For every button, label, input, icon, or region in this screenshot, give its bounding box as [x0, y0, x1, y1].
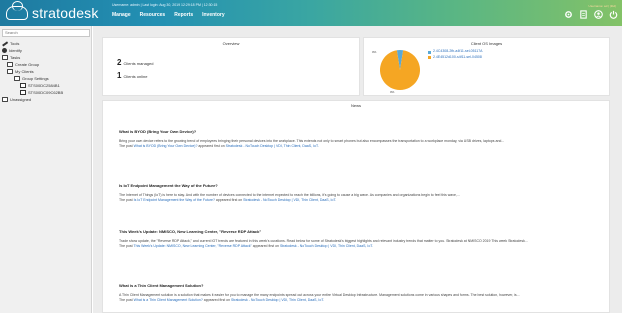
nav-reports[interactable]: Reports [174, 12, 193, 18]
sidebar: Search Tools Identify Tasks Create Group… [0, 26, 92, 313]
site-link[interactable]: Stratodesk - NoTouch Desktop | VDI, Thin… [280, 244, 373, 248]
legend-label: 2.4E4512d100-s4f11-sel-04508 [433, 54, 482, 59]
folder-icon [2, 97, 8, 102]
overview-title: Overview [222, 41, 240, 46]
power-icon[interactable] [609, 10, 618, 19]
top-bar: stratodesk Username: admin | Last login:… [0, 0, 622, 26]
client-tree: Tools Identify Tasks Create Group My Cli… [2, 40, 90, 103]
tasks-icon [2, 55, 8, 60]
article-link[interactable]: What is a Thin Client Management Solutio… [134, 298, 203, 302]
client-os-card: Client OS Images 0% 0% 2.4C4308-2fb-a4f1… [363, 37, 610, 96]
tree-item-create-group[interactable]: Create Group [2, 61, 90, 68]
news-title: News [350, 103, 361, 108]
source-prefix: The post [119, 244, 134, 248]
tree-item-identify[interactable]: Identify [2, 47, 90, 54]
nav-resources[interactable]: Resources [140, 12, 166, 18]
tree-item-my-clients[interactable]: My Clients [2, 68, 90, 75]
user-icon[interactable] [594, 10, 603, 19]
client-os-title: Client OS Images [470, 41, 503, 46]
article-link[interactable]: This Week's Update: NMISCO, New Learning… [134, 244, 252, 248]
article-title[interactable]: Is IoT Endpoint Management the Way of th… [119, 183, 601, 188]
source-mid: appeared first on [197, 144, 226, 148]
folder-icon [7, 62, 13, 67]
site-link[interactable]: Stratodesk - NoTouch Desktop | VDI, Thin… [243, 198, 336, 202]
main-content: Overview 2 Clients managed 1 Clients onl… [93, 26, 622, 313]
site-link[interactable]: Stratodesk - NoTouch Desktop | VDI, Thin… [231, 298, 324, 302]
tree-item-client-2[interactable]: STS00DC09C62BB [2, 89, 90, 96]
document-icon[interactable] [579, 10, 588, 19]
legend-swatch [428, 50, 431, 54]
article-title[interactable]: What is a Thin Client Management Solutio… [119, 283, 601, 288]
news-article: What is a Thin Client Management Solutio… [119, 283, 601, 303]
tree-item-group-settings[interactable]: Group Settings [2, 75, 90, 82]
client-os-legend: 2.4C4308-2fb-a4f11-sel-05117A 2.4E4512d1… [428, 49, 488, 61]
news-card: News What is BYOD (Bring Your Own Device… [102, 100, 610, 313]
article-link[interactable]: What is BYOD (Bring Your Own Device)? [134, 144, 198, 148]
main-nav: Manage Resources Reports Inventory [112, 12, 225, 18]
news-article: Is IoT Endpoint Management the Way of th… [119, 183, 601, 203]
source-mid: appeared first on [251, 244, 280, 248]
gear-icon[interactable] [564, 10, 573, 19]
article-source: The post What is a Thin Client Managemen… [119, 298, 601, 303]
source-prefix: The post [119, 198, 134, 202]
online-label: Clients online [123, 74, 148, 79]
search-input[interactable]: Search [2, 29, 90, 37]
clients-online: 1 Clients online [117, 71, 147, 80]
identify-icon [2, 48, 7, 53]
tree-item-label: Identify [9, 48, 22, 53]
nav-inventory[interactable]: Inventory [202, 12, 225, 18]
legend-swatch [428, 56, 431, 60]
overview-card: Overview 2 Clients managed 1 Clients onl… [102, 37, 360, 96]
tree-item-label: Group Settings [22, 76, 49, 81]
monitor-icon [20, 83, 26, 88]
tree-item-label: My Clients [15, 69, 34, 74]
top-right-info: Username: ad | (tbd) [588, 4, 616, 8]
news-article: What is BYOD (Bring Your Own Device)? Br… [119, 129, 601, 149]
tree-item-tasks[interactable]: Tasks [2, 54, 90, 61]
tree-item-unassigned[interactable]: Unassigned [2, 96, 90, 103]
managed-count: 2 [117, 58, 122, 67]
logo-text: stratodesk [32, 5, 99, 21]
article-source: The post Is IoT Endpoint Management the … [119, 198, 601, 203]
source-prefix: The post [119, 298, 134, 302]
article-title[interactable]: What is BYOD (Bring Your Own Device)? [119, 129, 601, 134]
tree-item-tools[interactable]: Tools [2, 40, 90, 47]
wrench-icon [2, 41, 8, 46]
tree-item-label: Unassigned [10, 97, 32, 102]
clients-managed: 2 Clients managed [117, 58, 153, 67]
legend-label: 2.4C4308-2fb-a4f11-sel-05117A [433, 49, 483, 53]
managed-label: Clients managed [123, 61, 154, 66]
site-link[interactable]: Stratodesk - NoTouch Desktop | VDI, Thin… [226, 144, 319, 148]
client-os-pie-chart [380, 50, 420, 90]
tree-item-label: STS00DC09C62BB [28, 90, 64, 95]
pie-label-bottom: 0% [390, 90, 395, 94]
article-source: The post What is BYOD (Bring Your Own De… [119, 144, 601, 149]
user-info: Username: admin | Last login: Aug 30, 20… [112, 3, 218, 7]
article-source: The post This Week's Update: NMISCO, New… [119, 244, 601, 249]
online-count: 1 [117, 71, 122, 80]
folder-icon [7, 69, 13, 74]
source-prefix: The post [119, 144, 134, 148]
folder-icon [14, 76, 20, 81]
article-link[interactable]: Is IoT Endpoint Management the Way of th… [134, 198, 215, 202]
tree-item-label: Create Group [15, 62, 40, 67]
nav-manage[interactable]: Manage [112, 12, 131, 18]
tree-item-client-1[interactable]: STS00DC2584B1 [2, 82, 90, 89]
header-actions: Username: ad | (tbd) [558, 4, 618, 24]
legend-item[interactable]: 2.4C4308-2fb-a4f11-sel-05117A [428, 49, 488, 54]
article-title[interactable]: This Week's Update: NMISCO, New Learning… [119, 229, 601, 234]
legend-item[interactable]: 2.4E4512d100-s4f11-sel-04508 [428, 54, 488, 60]
source-mid: appeared first on [214, 198, 244, 202]
tree-item-label: STS00DC2584B1 [28, 83, 60, 88]
monitor-icon [20, 90, 26, 95]
pie-label-top: 0% [372, 50, 377, 54]
tree-item-label: Tasks [10, 55, 21, 60]
news-article: This Week's Update: NMISCO, New Learning… [119, 229, 601, 249]
tree-item-label: Tools [10, 41, 20, 46]
source-mid: appeared first on [202, 298, 232, 302]
cloud-logo-icon [6, 1, 28, 20]
